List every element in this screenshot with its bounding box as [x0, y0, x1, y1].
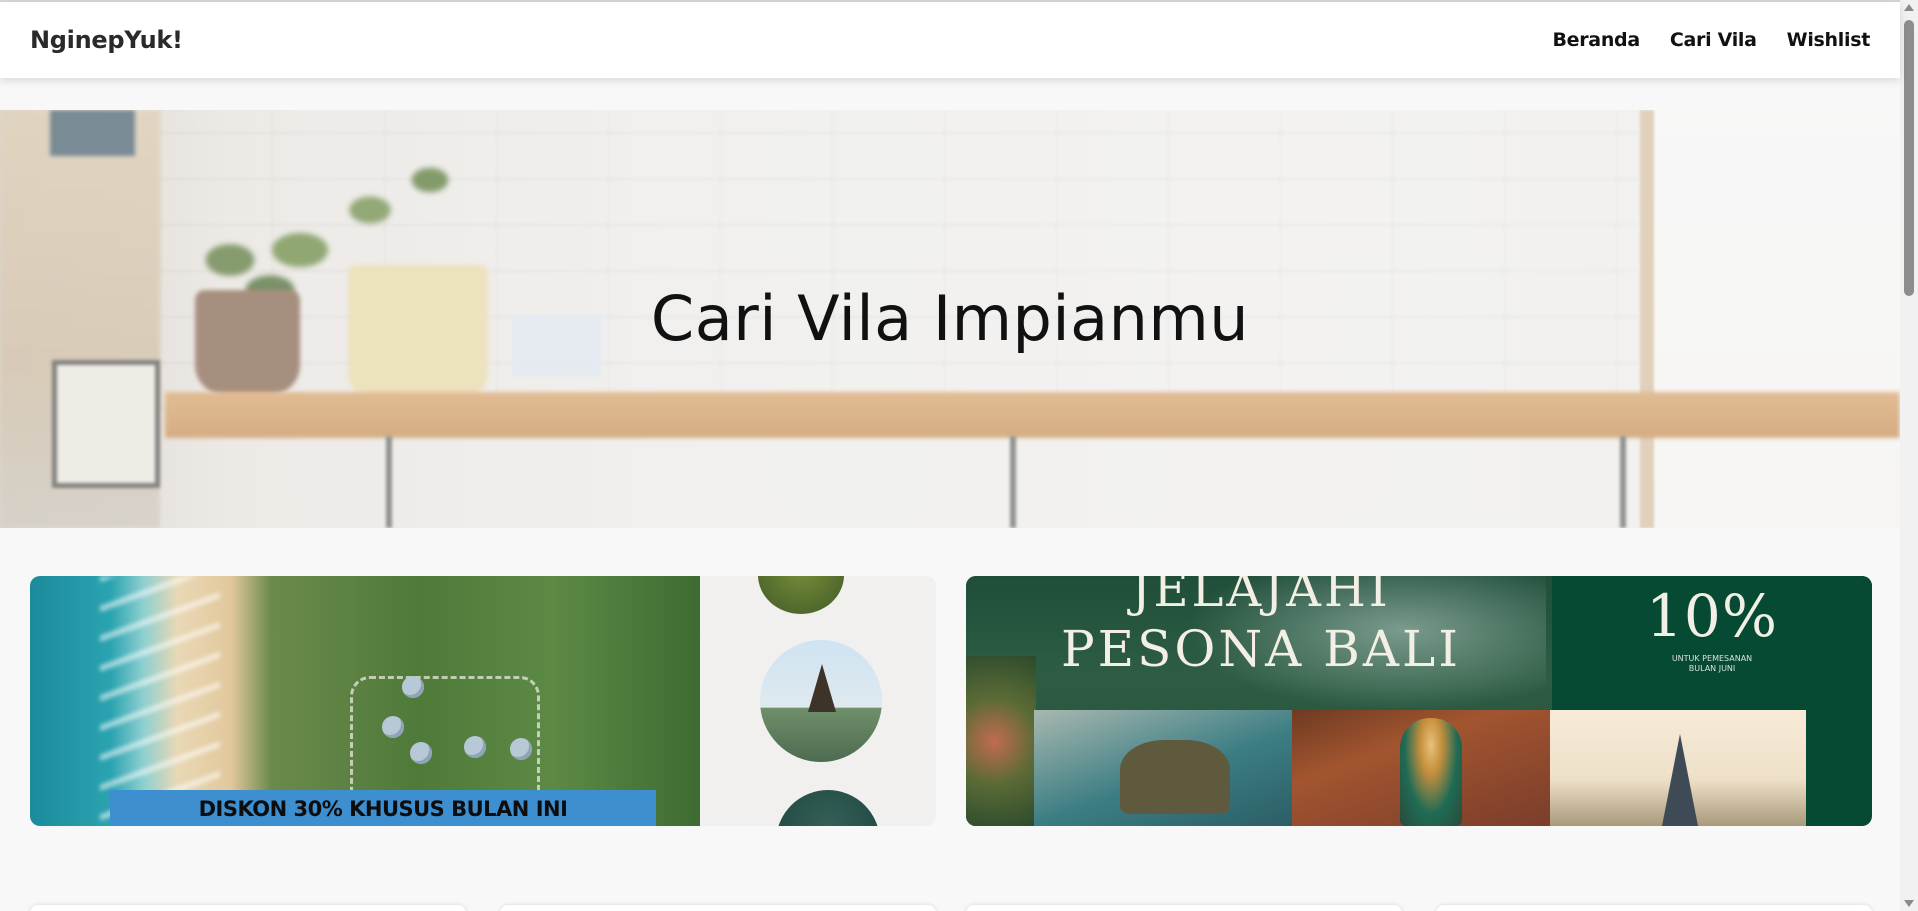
promo-image-aerial: [30, 576, 700, 826]
promo-title-line1: JELAJAHI: [1131, 576, 1391, 618]
villa-card[interactable]: [966, 905, 1402, 911]
promo-banner-discount[interactable]: DISKON 30% KHUSUS BULAN INI: [30, 576, 936, 826]
pagoda-icon: [1662, 734, 1698, 826]
villa-card[interactable]: [1436, 905, 1872, 911]
promo-image-waves: [100, 576, 220, 826]
promo-tile-rock: [1120, 740, 1230, 814]
promo-circle-image: [776, 790, 880, 826]
scrollbar[interactable]: [1900, 0, 1918, 911]
pagoda-icon: [808, 664, 836, 712]
villa-card[interactable]: [500, 905, 936, 911]
promo-small-text: UNTUK PEMESANAN BULAN JUNI: [1552, 654, 1872, 674]
promo-tile-dancer: [1292, 710, 1550, 826]
scroll-down-arrow-icon[interactable]: [1904, 900, 1914, 907]
promo-banner-bali[interactable]: JELAJAHI PESONA BALI 10% UNTUK PEMESANAN…: [966, 576, 1872, 826]
nav-link-cari-vila[interactable]: Cari Vila: [1670, 29, 1757, 51]
promo-image-dome: [510, 738, 532, 760]
promo-small-line1: UNTUK PEMESANAN: [1671, 654, 1753, 663]
promo-image-dome: [382, 716, 404, 738]
navbar: NginepYuk! Beranda Cari Vila Wishlist: [0, 2, 1900, 78]
hero-banner: Cari Vila Impianmu: [0, 110, 1900, 528]
hero-title: Cari Vila Impianmu: [650, 282, 1250, 355]
promo-tile-dancer-figure: [1400, 718, 1462, 826]
promo-image-dome: [464, 736, 486, 758]
promo-circle-image: [760, 640, 882, 762]
promo-circle-image: [758, 576, 844, 614]
promo-small-line2: BULAN JUNI: [1688, 664, 1736, 673]
villa-card[interactable]: [30, 905, 466, 911]
nav-link-beranda[interactable]: Beranda: [1552, 29, 1640, 51]
promo-title-line2: PESONA BALI: [1061, 620, 1461, 678]
promo-discount-label: DISKON 30% KHUSUS BULAN INI: [198, 797, 568, 821]
promo-tile-temple: [1550, 710, 1806, 826]
scroll-up-arrow-icon[interactable]: [1904, 4, 1914, 11]
brand-logo[interactable]: NginepYuk!: [30, 26, 183, 54]
promo-image-dome: [410, 742, 432, 764]
promo-image-dome: [402, 676, 424, 698]
scrollbar-thumb[interactable]: [1904, 20, 1914, 296]
nav-links: Beranda Cari Vila Wishlist: [1552, 29, 1870, 51]
nav-link-wishlist[interactable]: Wishlist: [1787, 29, 1871, 51]
promo-image-foliage: [966, 656, 1036, 826]
promo-percent: 10%: [1646, 582, 1778, 650]
promo-tile-cliff: [1034, 710, 1292, 826]
